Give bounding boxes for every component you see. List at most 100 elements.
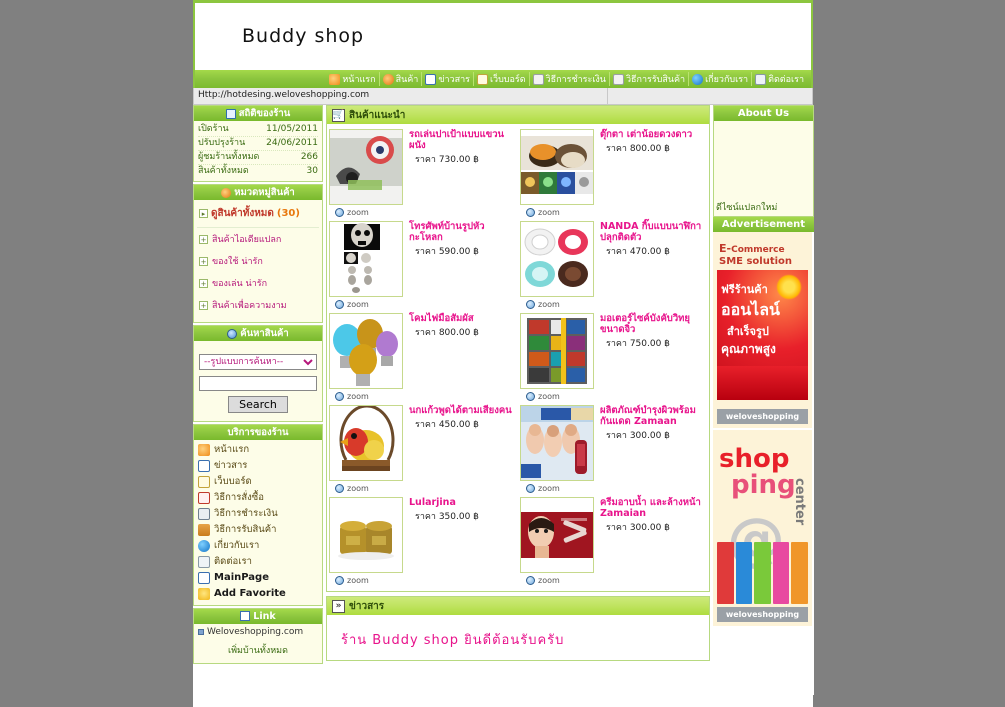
link-more[interactable]: เพิ่มบ้านทั้งหมด <box>194 637 322 657</box>
product-image[interactable] <box>520 221 594 297</box>
search-panel: ค้นหาสินค้า --รูปแบบการค้นหา-- Search <box>193 325 323 422</box>
nav-item-contact[interactable]: ติดต่อเรา <box>752 72 807 86</box>
product-cell[interactable]: zoom โคมไฟมือสัมผัส ราคา 800.00 ฿ <box>327 313 518 405</box>
ad-footer-brand: weloveshopping <box>717 607 808 622</box>
advertisement-banner-shopping[interactable]: shop ping center @ weloveshopping <box>713 430 812 626</box>
product-zoom[interactable]: zoom <box>329 205 405 217</box>
service-label: เกี่ยวกับเรา <box>214 539 260 551</box>
product-name[interactable]: ตุ๊กตา เต่าน้อยดวงดาว <box>600 129 707 140</box>
product-meta: รถเล่นปาเป้าแบบแขวน ผนัง ราคา 730.00 ฿ <box>405 129 516 217</box>
product-cell[interactable]: zoom มอเตอร์ไซค์บังคับวิทยุ ขนาดจิ๋ว ราค… <box>518 313 709 405</box>
services-panel: บริการของร้าน หน้าแรก ข่าวสาร เว็บบอร์ด <box>193 423 323 606</box>
product-image[interactable] <box>520 129 594 205</box>
search-input[interactable] <box>199 375 317 391</box>
product-zoom[interactable]: zoom <box>520 205 596 217</box>
product-cell[interactable]: zoom นกแก้วพูดได้ตามเสียงคน ราคา 450.00 … <box>327 405 518 497</box>
product-image[interactable] <box>329 405 403 481</box>
product-name[interactable]: Lularjina <box>409 497 516 508</box>
ad-red-block: ฟรีร้านค้า ออนไลน์ สำเร็จรูป คุณภาพสูง <box>717 270 808 400</box>
chevron-double-right-icon: » <box>332 599 345 613</box>
product-zoom[interactable]: zoom <box>329 573 405 585</box>
product-image[interactable] <box>520 405 594 481</box>
advertisement-banner-ecommerce[interactable]: E-Commerce SME solution ฟรีร้านค้า ออนไล… <box>713 232 812 428</box>
category-item[interactable]: + ของเล่น น่ารัก <box>197 272 319 294</box>
product-image[interactable] <box>329 221 403 297</box>
product-image[interactable] <box>329 497 403 573</box>
product-price: ราคา 470.00 ฿ <box>606 247 670 257</box>
service-item-mainpage[interactable]: MainPage <box>194 570 322 586</box>
ad-red-line2: ออนไลน์ <box>721 300 780 319</box>
featured-products-header: 🛒 สินค้าแนะนำ <box>327 106 709 124</box>
product-name[interactable]: โทรศัพท์บ้านรูปหัวกะโหลก <box>409 221 516 243</box>
about-us-note: ดีไซน์แปลกใหม่ <box>716 203 778 213</box>
product-price: ราคา 300.00 ฿ <box>606 431 670 441</box>
nav-label: เว็บบอร์ด <box>489 75 526 85</box>
product-price: ราคา 450.00 ฿ <box>415 420 479 430</box>
nav-item-delivery[interactable]: วิธีการรับสินค้า <box>610 72 690 86</box>
service-item-payment[interactable]: วิธีการชำระเงิน <box>194 506 322 522</box>
search-button[interactable]: Search <box>228 395 288 413</box>
service-item-contact[interactable]: ติดต่อเรา <box>194 554 322 570</box>
nav-item-products[interactable]: สินค้า <box>380 72 423 86</box>
categories-header: หมวดหมู่สินค้า <box>194 185 322 200</box>
product-cell[interactable]: zoom ครีมอาบน้ำ และล้างหน้า Zamaian ราคา… <box>518 497 709 589</box>
category-view-all[interactable]: ▸ ดูสินค้าทั้งหมด (30) <box>197 204 319 228</box>
document-icon <box>532 73 544 85</box>
product-zoom[interactable]: zoom <box>329 297 405 309</box>
product-name[interactable]: ผลิตภัณฑ์บำรุงผิวพร้อมกันแดด Zamaan <box>600 405 707 427</box>
product-cell[interactable]: zoom ตุ๊กตา เต่าน้อยดวงดาว ราคา 800.00 ฿ <box>518 129 709 221</box>
product-image[interactable] <box>520 313 594 389</box>
nav-item-home[interactable]: หน้าแรก <box>326 72 380 86</box>
product-zoom[interactable]: zoom <box>520 573 596 585</box>
shop-page: Buddy shop หน้าแรก สินค้า ข่าวสาร เว็บบอ… <box>193 0 814 707</box>
product-name[interactable]: ครีมอาบน้ำ และล้างหน้า Zamaian <box>600 497 707 519</box>
product-zoom[interactable]: zoom <box>329 481 405 493</box>
service-item-news[interactable]: ข่าวสาร <box>194 458 322 474</box>
address-text: Http://hotdesing.weloveshopping.com <box>198 90 370 100</box>
product-image[interactable] <box>329 129 403 205</box>
product-cell[interactable]: zoom NANDA กิ๊บแบบนาฬิกาปลุกติดตัว ราคา … <box>518 221 709 313</box>
bag-green <box>754 542 771 604</box>
calculator-icon <box>198 507 210 520</box>
nav-item-payment[interactable]: วิธีการชำระเงิน <box>530 72 610 86</box>
service-item-order[interactable]: วิธีการสั่งซื้อ <box>194 490 322 506</box>
search-type-select[interactable]: --รูปแบบการค้นหา-- <box>199 354 317 370</box>
links-panel: Link Weloveshopping.com เพิ่มบ้านทั้งหมด <box>193 607 323 664</box>
expand-icon: ▸ <box>199 209 208 218</box>
nav-item-about[interactable]: เกี่ยวกับเรา <box>689 72 753 86</box>
product-zoom[interactable]: zoom <box>329 389 405 401</box>
stats-label: ผู้ชมร้านทั้งหมด <box>198 152 260 162</box>
product-zoom[interactable]: zoom <box>520 297 596 309</box>
product-image[interactable] <box>520 497 594 573</box>
product-image[interactable] <box>329 313 403 389</box>
service-item-addfavorite[interactable]: Add Favorite <box>194 586 322 602</box>
product-cell[interactable]: zoom รถเล่นปาเป้าแบบแขวน ผนัง ราคา 730.0… <box>327 129 518 221</box>
product-cell[interactable]: zoom Lularjina ราคา 350.00 ฿ <box>327 497 518 589</box>
zoom-label: zoom <box>347 300 369 309</box>
service-item-home[interactable]: หน้าแรก <box>194 442 322 458</box>
link-item[interactable]: Weloveshopping.com <box>194 627 322 637</box>
service-label: MainPage <box>214 571 269 583</box>
category-item[interactable]: + สินค้าเพื่อความงาม <box>197 294 319 316</box>
nav-item-webboard[interactable]: เว็บบอร์ด <box>474 72 530 86</box>
product-zoom[interactable]: zoom <box>520 389 596 401</box>
service-item-webboard[interactable]: เว็บบอร์ด <box>194 474 322 490</box>
product-name[interactable]: นกแก้วพูดได้ตามเสียงคน <box>409 405 516 416</box>
product-zoom[interactable]: zoom <box>520 481 596 493</box>
stats-value: 11/05/2011 <box>266 124 318 134</box>
product-price: ราคา 300.00 ฿ <box>606 523 670 533</box>
product-cell[interactable]: zoom โทรศัพท์บ้านรูปหัวกะโหลก ราคา 590.0… <box>327 221 518 313</box>
service-item-about[interactable]: เกี่ยวกับเรา <box>194 538 322 554</box>
category-label: ของเล่น น่ารัก <box>212 279 268 289</box>
nav-item-news[interactable]: ข่าวสาร <box>422 72 474 86</box>
zoom-label: zoom <box>347 576 369 585</box>
category-item[interactable]: + ของใช้ น่ารัก <box>197 250 319 272</box>
category-item[interactable]: + สินค้าไอเดียแปลก <box>197 228 319 250</box>
address-bar[interactable]: Http://hotdesing.weloveshopping.com <box>193 88 813 105</box>
product-cell[interactable]: zoom ผลิตภัณฑ์บำรุงผิวพร้อมกันแดด Zamaan… <box>518 405 709 497</box>
product-name[interactable]: รถเล่นปาเป้าแบบแขวน ผนัง <box>409 129 516 151</box>
product-name[interactable]: NANDA กิ๊บแบบนาฬิกาปลุกติดตัว <box>600 221 707 243</box>
product-name[interactable]: โคมไฟมือสัมผัส <box>409 313 516 324</box>
service-item-delivery[interactable]: วิธีการรับสินค้า <box>194 522 322 538</box>
product-name[interactable]: มอเตอร์ไซค์บังคับวิทยุ ขนาดจิ๋ว <box>600 313 707 335</box>
